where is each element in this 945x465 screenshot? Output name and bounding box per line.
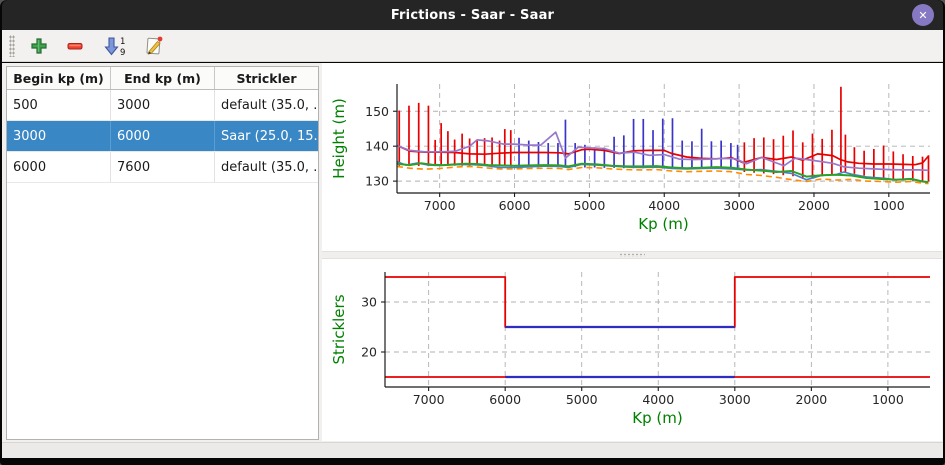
- status-bar: [2, 442, 943, 458]
- sort-button[interactable]: 1 9: [99, 34, 129, 58]
- stricklers-chart: 7000 6000 5000 4000 3000 2000 1000 20 30 Kp (m) St…: [322, 259, 942, 441]
- y-tick-label: 150: [365, 104, 389, 119]
- column-header[interactable]: Strickler: [215, 67, 318, 89]
- x-tick-label: 5000: [566, 392, 598, 407]
- window-title: Frictions - Saar - Saar: [391, 8, 554, 23]
- y-tick-label: 140: [365, 139, 389, 154]
- modified-dot: [157, 37, 162, 42]
- column-header[interactable]: Begin kp (m): [7, 67, 111, 89]
- column-header[interactable]: End kp (m): [111, 67, 215, 89]
- edit-friction-button[interactable]: [141, 34, 165, 58]
- table-cell[interactable]: 6000: [7, 152, 111, 182]
- x-tick-label: 4000: [648, 198, 680, 213]
- add-friction-button[interactable]: [27, 34, 51, 58]
- close-button[interactable]: ✕: [912, 4, 934, 26]
- table-body: 5003000default (35.0, …30006000Saar (25.…: [7, 90, 318, 183]
- table-header-row: Begin kp (m)End kp (m)Strickler: [7, 67, 318, 90]
- x-axis-label: Kp (m): [632, 409, 682, 427]
- toolbar: 1 9: [2, 30, 943, 62]
- x-tick-label: 6000: [489, 392, 521, 407]
- table-cell[interactable]: 3000: [111, 90, 215, 120]
- x-tick-label: 7000: [424, 198, 456, 213]
- edit-icon: [143, 35, 164, 56]
- x-tick-label: 1000: [873, 198, 905, 213]
- x-tick-label: 3000: [719, 392, 751, 407]
- y-tick-label: 30: [361, 295, 377, 310]
- x-tick-label: 4000: [642, 392, 674, 407]
- y-axis-label: Stricklers: [330, 294, 348, 364]
- chart-splitter[interactable]: [322, 251, 942, 259]
- x-tick-label: 2000: [795, 392, 827, 407]
- splitter-handle-icon: [619, 253, 645, 257]
- table-cell[interactable]: 7600: [111, 152, 215, 182]
- table-cell[interactable]: Saar (25.0, 15.0): [215, 121, 318, 151]
- table-row[interactable]: 60007600default (35.0, …: [7, 152, 318, 183]
- remove-friction-button[interactable]: [63, 34, 87, 58]
- x-tick-label: 3000: [723, 198, 755, 213]
- table-cell[interactable]: 3000: [7, 121, 111, 151]
- x-tick-label: 7000: [413, 392, 445, 407]
- x-tick-label: 6000: [499, 198, 531, 213]
- y-tick-label: 20: [361, 345, 377, 360]
- x-tick-label: 1000: [872, 392, 904, 407]
- chart-panel: 7000 6000 5000 4000 3000 2000 1000 130 140 150 Kp …: [322, 63, 942, 441]
- minus-icon: [66, 37, 84, 55]
- x-tick-label: 5000: [573, 198, 605, 213]
- frictions-window: Frictions - Saar - Saar ✕ 1 9: [0, 0, 945, 465]
- sort-ascending-icon: 1 9: [101, 35, 127, 57]
- sort-digit-top: 1: [120, 37, 125, 47]
- table-cell[interactable]: default (35.0, …: [215, 152, 318, 182]
- table-cell[interactable]: 6000: [111, 121, 215, 151]
- height-profile-chart: 7000 6000 5000 4000 3000 2000 1000 130 140 150 Kp …: [322, 63, 942, 251]
- main-area: Begin kp (m)End kp (m)Strickler 5003000d…: [2, 63, 943, 443]
- y-tick-label: 130: [365, 174, 389, 189]
- frictions-table: Begin kp (m)End kp (m)Strickler 5003000d…: [6, 66, 319, 440]
- titlebar: Frictions - Saar - Saar ✕: [2, 0, 943, 30]
- plus-icon: [30, 37, 48, 55]
- table-cell[interactable]: default (35.0, …: [215, 90, 318, 120]
- table-row[interactable]: 5003000default (35.0, …: [7, 90, 318, 121]
- table-cell[interactable]: 500: [7, 90, 111, 120]
- table-row[interactable]: 30006000Saar (25.0, 15.0): [7, 121, 318, 152]
- x-axis-label: Kp (m): [638, 215, 688, 233]
- x-tick-label: 2000: [798, 198, 830, 213]
- sort-digit-bottom: 9: [120, 48, 125, 57]
- y-axis-label: Height (m): [330, 98, 348, 179]
- close-icon: ✕: [918, 9, 927, 22]
- toolbar-drag-handle[interactable]: [9, 35, 15, 57]
